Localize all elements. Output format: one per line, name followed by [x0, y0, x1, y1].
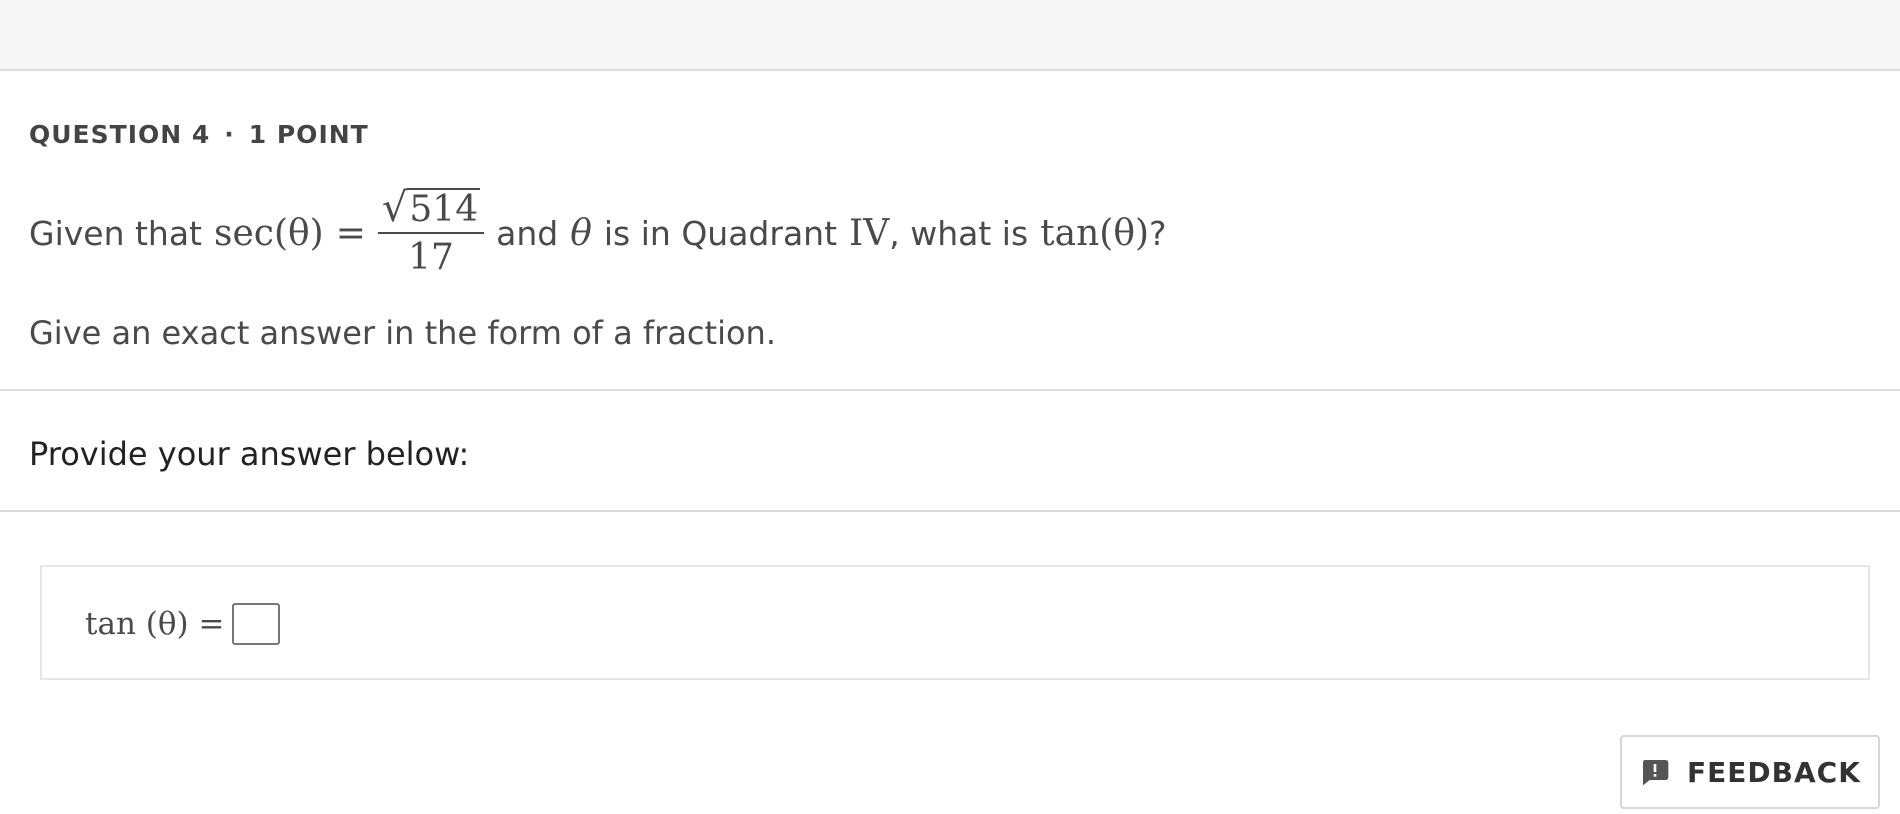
prompt-quadrant-numeral: IV [849, 212, 890, 254]
answer-expression: tan (θ) = [85, 603, 281, 645]
question-points: 1 POINT [248, 120, 369, 149]
answer-box: tan (θ) = [40, 565, 1870, 680]
prompt-given-text: Given that [29, 213, 202, 253]
provide-answer-label: Provide your answer below: [29, 435, 470, 473]
question-number: QUESTION 4 [29, 120, 211, 149]
question-separator: · [224, 120, 235, 149]
question-instruction: Give an exact answer in the form of a fr… [29, 314, 776, 352]
prompt-theta: θ [570, 212, 592, 254]
prompt-and-text: and [496, 213, 559, 253]
prompt-tan-expression: tan(θ) [1040, 212, 1150, 254]
provide-answer-section: Provide your answer below: [0, 391, 1900, 512]
feedback-label: FEEDBACK [1687, 755, 1861, 789]
top-bar [0, 0, 1900, 71]
fraction-numerator: √ 514 [377, 185, 485, 235]
sqrt-radicand: 514 [407, 188, 481, 231]
prompt-question-mark: ? [1149, 213, 1167, 253]
question-section: QUESTION 4 · 1 POINT Given that sec(θ) = √… [0, 71, 1900, 391]
prompt-what-text: , what is [889, 213, 1029, 253]
sqrt-symbol: √ [381, 185, 408, 232]
feedback-icon [1639, 756, 1671, 788]
answer-expression-text: tan (θ) = [85, 606, 225, 642]
fraction-denominator: 17 [408, 237, 454, 279]
prompt-quadrant-text: is in Quadrant [603, 213, 838, 253]
answer-input[interactable] [232, 603, 281, 645]
prompt-equals: = [335, 212, 366, 254]
prompt-fraction: √ 514 17 [377, 185, 485, 279]
prompt-sec-expression: sec(θ) [214, 212, 324, 254]
question-prompt: Given that sec(θ) = √ 514 17 and θ is in … [29, 183, 1167, 283]
feedback-button[interactable]: FEEDBACK [1620, 735, 1880, 809]
question-header: QUESTION 4 · 1 POINT [29, 120, 369, 149]
